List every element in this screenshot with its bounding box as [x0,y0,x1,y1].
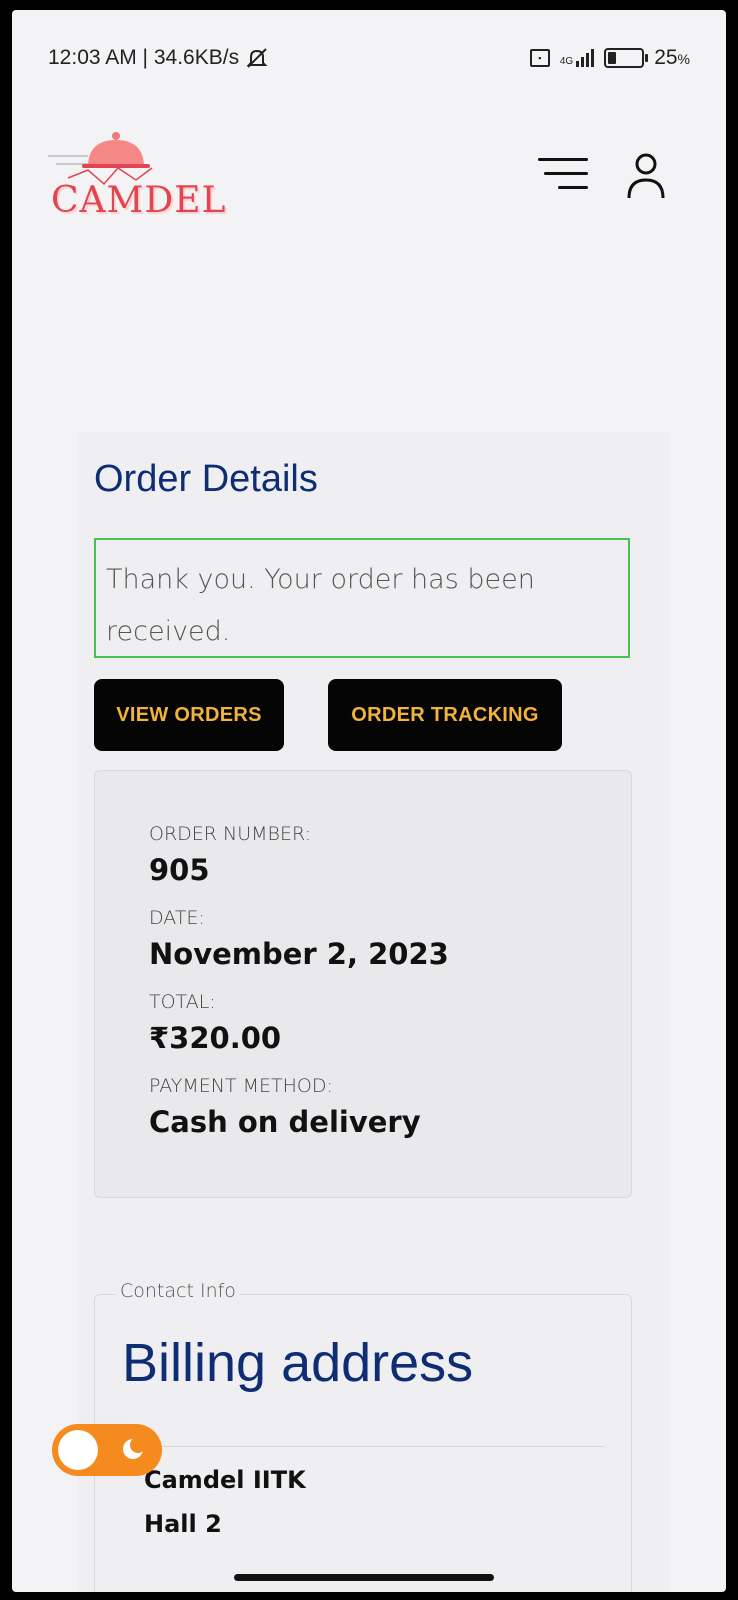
order-number-value: 905 [149,853,210,887]
status-bar: 12:03 AM | 34.6KB/s ▪ 4G 25% [12,34,726,78]
billing-address-title: Billing address [122,1333,474,1393]
status-right: ▪ 4G 25% [529,46,690,70]
toggle-knob [58,1430,98,1470]
order-received-notice: Thank you. Your order has been received. [94,538,630,658]
hamburger-menu-icon[interactable] [538,158,588,192]
payment-method-value: Cash on delivery [149,1105,421,1139]
signal-bars-icon [576,49,595,67]
sim-icon: ▪ [529,49,550,67]
moon-icon [123,1438,144,1459]
battery-icon [604,48,649,68]
contact-info-legend: Contact Info [116,1280,240,1302]
network-signal: 4G [559,49,595,67]
order-tracking-button[interactable]: ORDER TRACKING [328,679,562,751]
order-details-title: Order Details [94,458,318,500]
order-number-label: ORDER NUMBER: [149,823,312,845]
order-summary: ORDER NUMBER: 905 DATE: November 2, 2023… [94,770,632,1198]
total-label: TOTAL: [149,991,216,1013]
network-type: 4G [559,56,574,67]
billing-line-name: Camdel IITK [144,1466,306,1494]
user-icon[interactable] [626,152,666,200]
date-value: November 2, 2023 [149,937,449,971]
logo-text: CAMDEL [51,180,227,221]
divider [132,1446,604,1447]
dark-mode-toggle[interactable] [52,1424,162,1476]
phone-screen: 12:03 AM | 34.6KB/s ▪ 4G 25% CAMDEL Orde… [12,10,726,1592]
battery-percent: 25% [654,46,690,69]
battery-fill [608,52,617,64]
cloche-icon [48,132,153,186]
status-time-speed: 12:03 AM | 34.6KB/s [48,46,240,69]
total-value: ₹320.00 [149,1021,282,1055]
payment-method-label: PAYMENT METHOD: [149,1075,333,1097]
billing-line-hall: Hall 2 [144,1510,222,1538]
home-indicator[interactable] [234,1574,494,1581]
date-label: DATE: [149,907,205,929]
status-left: 12:03 AM | 34.6KB/s [48,46,269,70]
view-orders-button[interactable]: VIEW ORDERS [94,679,284,751]
camdel-logo[interactable]: CAMDEL [48,128,225,228]
notifications-off-icon [246,48,268,68]
